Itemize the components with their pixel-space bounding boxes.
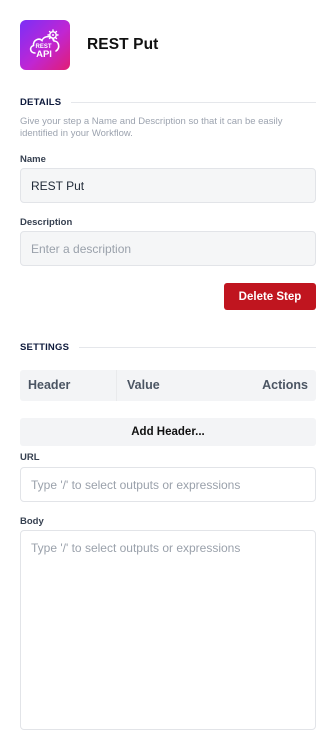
icon-text-api: API [36,49,52,60]
details-divider [71,102,316,103]
column-header-value: Value [127,378,160,392]
column-divider [116,370,117,401]
description-label: Description [20,217,73,228]
details-help-text: Give your step a Name and Description so… [20,116,283,139]
settings-heading: SETTINGS [20,342,70,353]
body-textarea[interactable] [20,530,316,730]
description-input[interactable] [20,231,316,266]
name-input[interactable] [20,168,316,203]
headers-table: Header Value Actions [20,370,316,401]
step-title: REST Put [87,36,159,53]
column-header-actions: Actions [262,378,308,392]
url-label: URL [20,452,40,463]
body-label: Body [20,516,44,527]
add-header-button[interactable]: Add Header... [20,418,316,446]
delete-step-button[interactable]: Delete Step [224,283,316,310]
name-label: Name [20,154,46,165]
details-section-header: DETAILS [20,97,316,108]
rest-api-icon: REST API [20,20,70,70]
settings-section-header: SETTINGS [20,342,316,353]
step-settings-panel: REST API REST Put DETAILS Give your step… [0,0,336,741]
step-header: REST API REST Put [20,20,158,70]
settings-divider [79,347,316,348]
url-input[interactable] [20,467,316,502]
column-header-header: Header [28,378,71,392]
details-heading: DETAILS [20,97,62,108]
